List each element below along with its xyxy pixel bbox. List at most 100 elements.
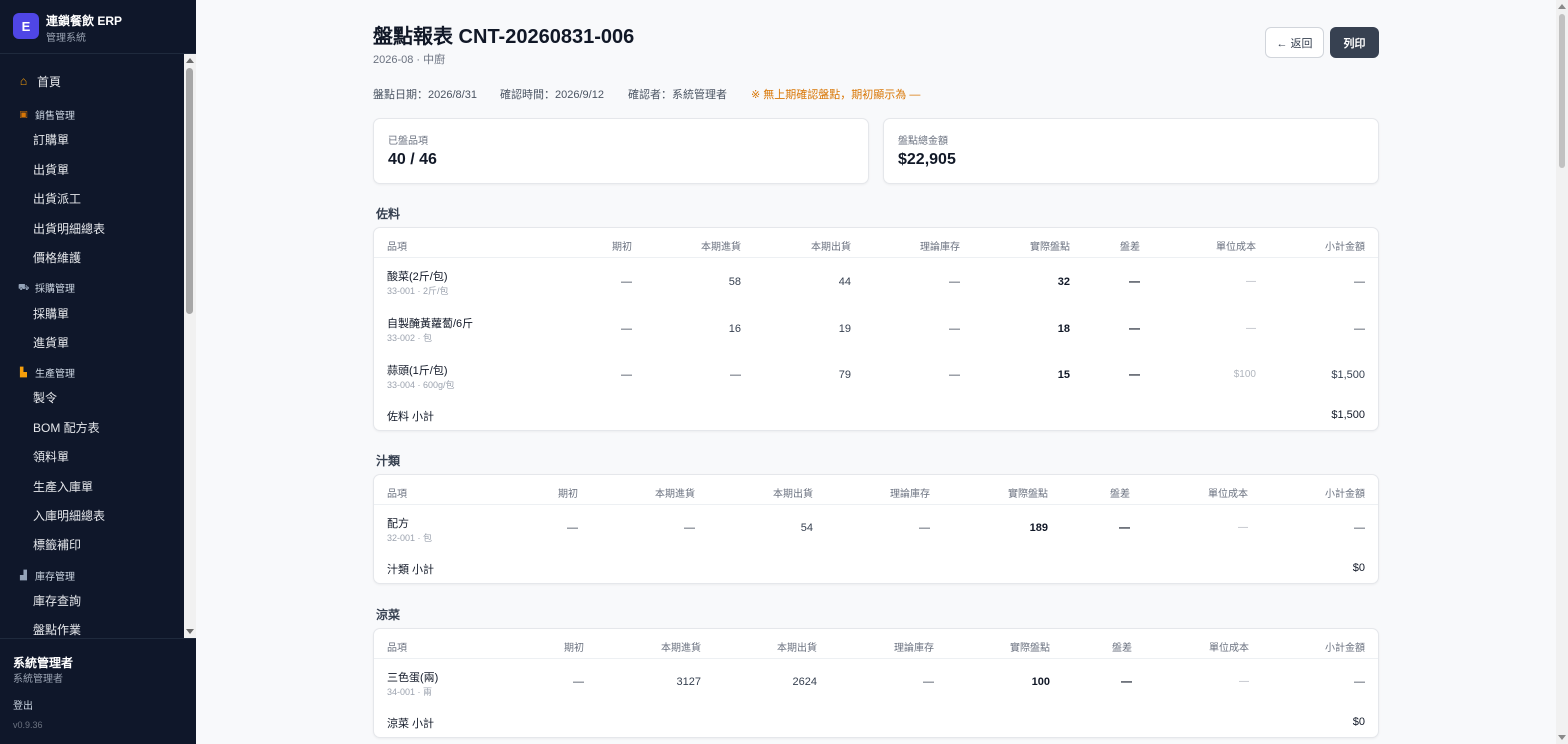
column-header: 品項 (387, 489, 407, 500)
cell-unit-cost: — (1246, 323, 1256, 334)
cell-subtotal: — (1354, 676, 1365, 688)
item-name: 配方 (387, 518, 409, 530)
sidebar-group-production[interactable]: ▙ 生產管理 (18, 365, 75, 380)
sidebar-scrollbar[interactable] (184, 54, 196, 638)
table-divider (374, 658, 1378, 659)
column-header: 實際盤點 (1010, 643, 1050, 654)
column-header: 理論庫存 (890, 489, 930, 500)
sidebar-item-shipment-detail[interactable]: 出貨明細總表 (33, 220, 105, 237)
cell-actual: 189 (1029, 522, 1048, 534)
section-subtotal-value: $0 (1352, 562, 1365, 574)
sidebar-item-order[interactable]: 訂購單 (33, 131, 69, 148)
item-name: 蒜頭(1斤/包) (387, 365, 448, 377)
scroll-down-arrow-icon[interactable] (186, 629, 194, 634)
brand-name: 連鎖餐飲 ERP (46, 14, 123, 28)
cell-subtotal: $1,500 (1331, 369, 1365, 381)
sidebar: E 連鎖餐飲 ERP 管理系統 ⌂ 首頁 ▣ 銷售管理 訂購單 出貨單 出貨派工… (0, 0, 196, 744)
app-version: v0.9.36 (13, 720, 43, 730)
column-header: 本期出貨 (777, 643, 817, 654)
sidebar-item-dispatch[interactable]: 出貨派工 (33, 190, 81, 207)
user-name: 系統管理者 (13, 656, 74, 670)
sidebar-item-label-reprint[interactable]: 標籤補印 (33, 536, 81, 553)
column-header: 本期進貨 (655, 489, 695, 500)
column-header: 實際盤點 (1030, 242, 1070, 253)
sidebar-group-label: 採購管理 (35, 284, 75, 295)
sidebar-item-label: 首頁 (37, 75, 62, 89)
sidebar-item-production-receipt[interactable]: 生產入庫單 (33, 478, 93, 495)
section-subtotal-label: 汁類 小計 (387, 564, 435, 576)
table-divider (374, 504, 1378, 505)
scroll-up-arrow-icon[interactable] (186, 58, 194, 63)
column-header: 單位成本 (1209, 643, 1249, 654)
cell-shipped: 54 (800, 522, 813, 534)
sidebar-group-sales[interactable]: ▣ 銷售管理 (18, 107, 75, 122)
column-header: 實際盤點 (1008, 489, 1048, 500)
summary-card-counted: 已盤品項 40 / 46 (373, 118, 869, 184)
item-code: 33-001 · 2斤/包 (387, 286, 449, 296)
section-subtotal-value: $1,500 (1331, 409, 1365, 421)
cell-diff: — (1119, 522, 1130, 534)
column-header: 盤差 (1120, 242, 1140, 253)
cell-unit-cost: — (1238, 522, 1248, 533)
cell-subtotal: — (1354, 276, 1365, 288)
page-scrollbar-thumb[interactable] (1559, 14, 1565, 168)
sidebar-item-stocktake[interactable]: 盤點作業 (33, 621, 81, 638)
section-table: 品項 期初 本期進貨 本期出貨 理論庫存 實際盤點 盤差 單位成本 小計金額 配… (373, 474, 1379, 584)
column-header: 期初 (558, 489, 578, 500)
sidebar-item-work-order[interactable]: 製令 (33, 389, 57, 406)
column-header: 本期進貨 (661, 643, 701, 654)
sidebar-item-shipment[interactable]: 出貨單 (33, 161, 69, 178)
cell-actual: 32 (1057, 276, 1070, 288)
scroll-down-arrow-icon[interactable] (1558, 735, 1566, 740)
sidebar-group-purchasing[interactable]: ⛟ 採購管理 (18, 280, 75, 295)
cell-subtotal: — (1354, 323, 1365, 335)
confirm-time: 確認時間：2026/9/12 (500, 89, 604, 101)
column-header: 品項 (387, 242, 407, 253)
cell-shipped: 2624 (792, 676, 817, 688)
sidebar-item-material-request[interactable]: 領料單 (33, 448, 69, 465)
scroll-up-arrow-icon[interactable] (1558, 4, 1566, 9)
cell-purchased: — (684, 522, 695, 534)
column-header: 理論庫存 (894, 643, 934, 654)
section-title: 佐料 (376, 207, 401, 221)
sidebar-item-receiving[interactable]: 進貨單 (33, 334, 69, 351)
cell-theoretical: — (949, 369, 960, 381)
cell-purchased: 58 (728, 276, 741, 288)
sidebar-item-bom[interactable]: BOM 配方表 (33, 419, 100, 436)
cell-theoretical: — (923, 676, 934, 688)
sidebar-item-stock-query[interactable]: 庫存查詢 (33, 592, 81, 609)
cart-icon: ⛟ (18, 282, 30, 292)
cell-purchased: — (730, 369, 741, 381)
cell-diff: — (1129, 276, 1140, 288)
item-code: 33-002 · 包 (387, 333, 433, 343)
confirmer: 確認者：系統管理者 (628, 89, 727, 101)
table-divider (374, 257, 1378, 258)
logout-link[interactable]: 登出 (13, 697, 33, 712)
sidebar-item-purchase-order[interactable]: 採購單 (33, 305, 69, 322)
sidebar-item-receipt-detail[interactable]: 入庫明細總表 (33, 507, 105, 524)
sidebar-item-home[interactable]: ⌂ 首頁 (18, 73, 61, 90)
back-button[interactable]: ← 返回 (1265, 27, 1324, 58)
section-subtotal-label: 佐料 小計 (387, 411, 435, 423)
print-button[interactable]: 列印 (1330, 27, 1379, 58)
item-code: 32-001 · 包 (387, 533, 433, 543)
cell-purchased: 3127 (676, 676, 701, 688)
sidebar-item-pricing[interactable]: 價格維護 (33, 249, 81, 266)
cell-unit-cost: — (1239, 676, 1249, 687)
cell-unit-cost: $100 (1233, 369, 1256, 380)
column-header: 單位成本 (1216, 242, 1256, 253)
page-scrollbar[interactable] (1556, 0, 1568, 744)
sidebar-group-label: 生產管理 (35, 369, 75, 380)
cell-opening: — (621, 323, 632, 335)
column-header: 盤差 (1110, 489, 1130, 500)
column-header: 單位成本 (1208, 489, 1248, 500)
user-role: 系統管理者 (13, 674, 63, 685)
item-name: 三色蛋(兩) (387, 672, 439, 684)
cell-theoretical: — (949, 323, 960, 335)
sidebar-group-inventory[interactable]: ▟ 庫存管理 (18, 568, 75, 583)
brand-subtitle: 管理系統 (46, 33, 86, 44)
sidebar-scrollbar-thumb[interactable] (186, 68, 193, 314)
warehouse-icon: ▟ (20, 570, 27, 580)
section-title: 汁類 (376, 454, 401, 468)
brand-header: E 連鎖餐飲 ERP 管理系統 (0, 0, 196, 54)
